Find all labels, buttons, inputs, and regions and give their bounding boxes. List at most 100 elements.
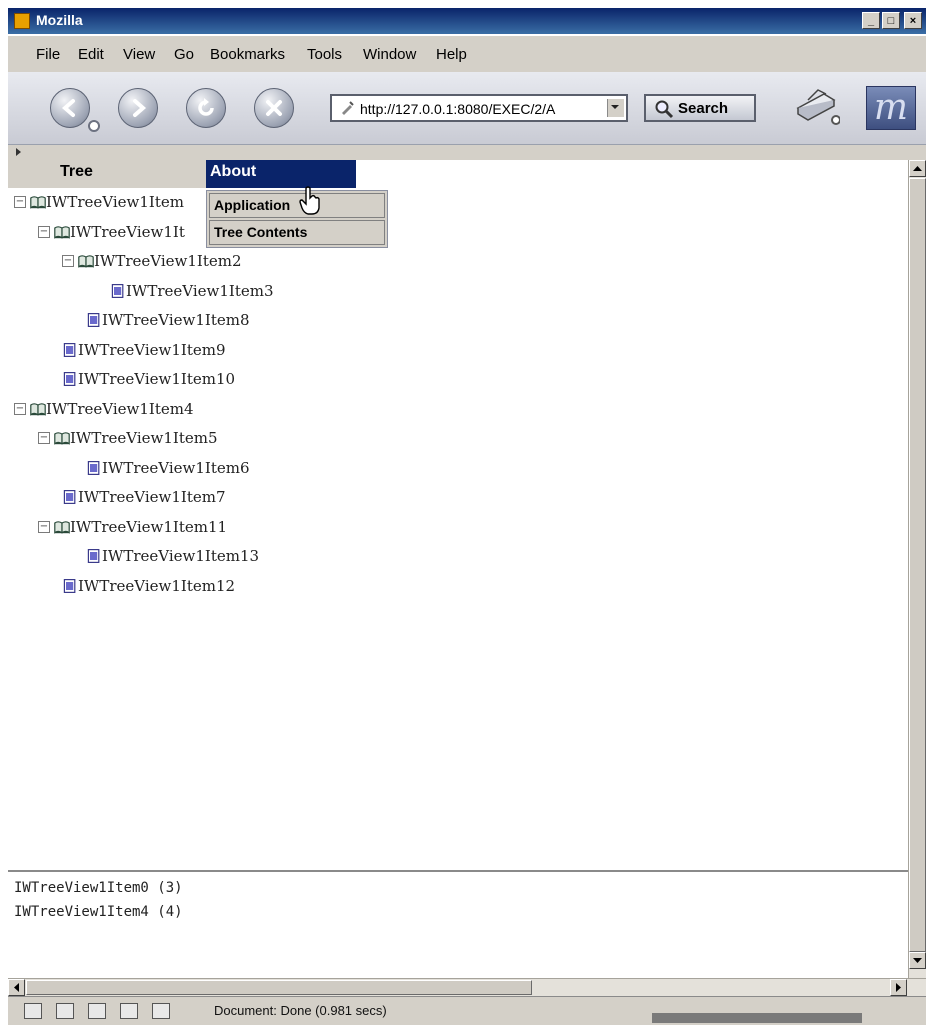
tree-node[interactable]: − IWTreeView1Item: [14, 192, 184, 216]
submenu-item-tree-contents[interactable]: Tree Contents: [209, 220, 385, 245]
page-menu-tree[interactable]: Tree: [8, 160, 206, 188]
tree-node-label: IWTreeView1Item2: [94, 252, 242, 270]
menu-go[interactable]: Go: [174, 46, 194, 63]
scroll-left-button[interactable]: [8, 979, 25, 996]
log-panel: IWTreeView1Item0 (3) IWTreeView1Item4 (4…: [8, 870, 908, 976]
url-bar[interactable]: http://127.0.0.1:8080/EXEC/2/A: [330, 94, 628, 122]
open-book-icon: [78, 255, 94, 268]
collapse-toggle[interactable]: −: [38, 432, 50, 444]
tree-node[interactable]: IWTreeView1Item7: [62, 487, 226, 511]
about-submenu: Application Tree Contents: [206, 190, 388, 248]
menu-window[interactable]: Window: [363, 46, 416, 63]
navigation-toolbar: http://127.0.0.1:8080/EXEC/2/A Search m: [8, 72, 926, 145]
forward-button[interactable]: [118, 88, 158, 128]
vertical-scroll-thumb[interactable]: [909, 178, 926, 952]
tree-node-label: IWTreeView1Item11: [70, 517, 228, 536]
arrow-up-icon: [913, 166, 922, 171]
stop-icon: [266, 100, 282, 116]
tree-node-label: IWTreeView1Item7: [78, 488, 226, 506]
menu-help[interactable]: Help: [436, 46, 467, 63]
scroll-right-button[interactable]: [890, 979, 907, 996]
scroll-down-button[interactable]: [909, 952, 926, 969]
tree-node[interactable]: IWTreeView1Item9: [62, 340, 226, 364]
menu-tools[interactable]: Tools: [307, 46, 342, 63]
log-line: IWTreeView1Item0 (3): [14, 880, 183, 896]
document-icon: [63, 372, 76, 386]
arrow-right-icon: [896, 983, 901, 992]
tree-node-label: IWTreeView1Item: [46, 193, 184, 211]
mail-icon[interactable]: [56, 1003, 74, 1019]
arrow-down-icon: [913, 958, 922, 963]
address-book-icon[interactable]: [120, 1003, 138, 1019]
toolbar-grippy[interactable]: [8, 145, 926, 161]
tree-node[interactable]: IWTreeView1Item3: [110, 281, 274, 305]
composer-icon[interactable]: [88, 1003, 106, 1019]
maximize-button[interactable]: □: [882, 12, 900, 29]
reload-button[interactable]: [186, 88, 226, 128]
vertical-scrollbar[interactable]: [908, 160, 926, 978]
horizontal-scroll-thumb[interactable]: [26, 980, 532, 995]
hand-cursor-icon: [299, 186, 320, 215]
document-icon: [87, 313, 100, 327]
page-content: Tree About Application Tree Contents − IW…: [8, 160, 908, 870]
tree-node-label: IWTreeView1Item3: [126, 281, 274, 300]
tree-node[interactable]: − IWTreeView1Item5: [38, 428, 218, 452]
document-icon: [87, 549, 100, 563]
tree-node[interactable]: − IWTreeView1It: [38, 222, 185, 246]
tree-node[interactable]: − IWTreeView1Item4: [14, 399, 194, 423]
back-icon: [61, 99, 75, 117]
title-bar: Mozilla _ □ ×: [8, 8, 926, 34]
search-button[interactable]: Search: [644, 94, 756, 122]
menu-edit[interactable]: Edit: [78, 46, 104, 63]
scroll-up-button[interactable]: [909, 160, 926, 177]
collapse-toggle[interactable]: −: [38, 225, 50, 238]
page-menu-about[interactable]: About: [206, 160, 356, 188]
tree-node-label: IWTreeView1Item9: [78, 340, 226, 359]
tree-node[interactable]: IWTreeView1Item6: [86, 458, 250, 482]
tree-node[interactable]: IWTreeView1Item13: [86, 546, 259, 570]
tree-node-label: IWTreeView1Item12: [78, 576, 236, 595]
open-book-icon: [54, 432, 70, 445]
back-dropdown[interactable]: [88, 120, 100, 132]
collapse-toggle[interactable]: −: [38, 520, 50, 533]
document-icon: [63, 490, 76, 504]
menu-bookmarks[interactable]: Bookmarks: [210, 46, 285, 63]
open-book-icon: [54, 520, 70, 534]
search-icon: [655, 100, 674, 119]
document-icon: [87, 460, 100, 475]
back-button[interactable]: [50, 88, 90, 128]
window-title: Mozilla: [36, 12, 83, 28]
collapse-toggle[interactable]: −: [14, 196, 26, 208]
menu-file[interactable]: File: [36, 46, 60, 63]
tree-node[interactable]: IWTreeView1Item8: [86, 310, 250, 334]
submenu-item-application[interactable]: Application: [209, 193, 385, 218]
menu-view[interactable]: View: [123, 46, 155, 63]
tree-node-label: IWTreeView1It: [70, 222, 185, 241]
status-bar: Document: Done (0.981 secs): [8, 996, 926, 1025]
tree-node-label: IWTreeView1Item13: [102, 547, 260, 565]
tree-node[interactable]: − IWTreeView1Item2: [62, 251, 242, 275]
document-icon: [111, 283, 124, 298]
url-dropdown-button[interactable]: [607, 99, 624, 117]
collapse-toggle[interactable]: −: [14, 402, 26, 415]
tree-node-label: IWTreeView1Item10: [78, 370, 236, 388]
close-window-button[interactable]: ×: [904, 12, 922, 29]
document-icon: [63, 342, 76, 357]
url-text: http://127.0.0.1:8080/EXEC/2/A: [360, 101, 556, 117]
tree-node[interactable]: IWTreeView1Item10: [62, 369, 235, 393]
tree-node[interactable]: − IWTreeView1Item11: [38, 517, 227, 541]
tree-node[interactable]: IWTreeView1Item12: [62, 576, 235, 600]
expand-toolbar-icon: [16, 148, 21, 156]
open-book-icon: [30, 196, 46, 209]
mozilla-app-icon: [14, 13, 30, 29]
progress-bar: [652, 1013, 862, 1023]
horizontal-scrollbar[interactable]: [8, 978, 926, 996]
offline-icon[interactable]: [152, 1003, 170, 1019]
collapse-toggle[interactable]: −: [62, 255, 74, 267]
minimize-button[interactable]: _: [862, 12, 880, 29]
tree-node-label: IWTreeView1Item5: [70, 429, 218, 447]
document-icon: [63, 578, 76, 593]
print-icon[interactable]: [794, 86, 840, 126]
stop-button[interactable]: [254, 88, 294, 128]
navigator-icon[interactable]: [24, 1003, 42, 1019]
